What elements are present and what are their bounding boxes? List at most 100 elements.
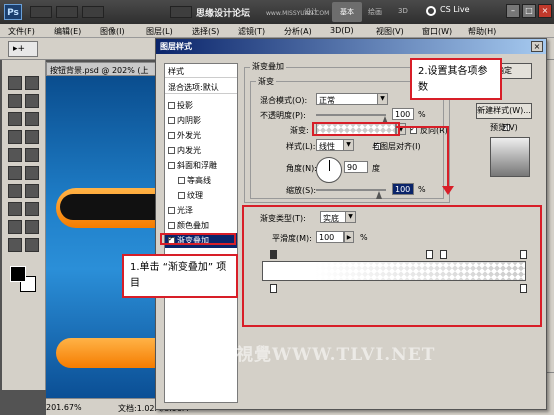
menu-item[interactable]: 窗口(W): [422, 26, 452, 37]
style-checkbox[interactable]: [168, 132, 175, 139]
minibridge-button[interactable]: [56, 6, 78, 18]
gradient-type-label: 渐变类型(T):: [260, 214, 306, 223]
menu-item[interactable]: 选择(S): [192, 26, 219, 37]
move-tool-icon: ▸+: [13, 44, 26, 54]
pen-tool-icon[interactable]: [25, 184, 39, 198]
style-item[interactable]: 光泽: [165, 203, 237, 218]
gradient-style-dropdown[interactable]: 线性 ▼: [316, 139, 354, 151]
blend-mode-dropdown[interactable]: 正常 ▼: [316, 93, 388, 105]
opacity-slider[interactable]: [316, 114, 386, 116]
lasso-tool-icon[interactable]: [25, 76, 39, 90]
styles-header[interactable]: 样式: [165, 64, 237, 78]
gradient-group-title: 渐变: [256, 76, 276, 87]
blur-tool-icon[interactable]: [25, 166, 39, 180]
maximize-button[interactable]: □: [522, 4, 536, 18]
chevron-down-icon: ▼: [345, 212, 355, 222]
gradient-type-dropdown[interactable]: 实底 ▼: [320, 211, 356, 223]
foreground-color-swatch[interactable]: [10, 266, 26, 282]
zoom-tool-icon[interactable]: [25, 238, 39, 252]
cs-live-button[interactable]: CS Live: [440, 5, 470, 14]
eraser-tool-icon[interactable]: [25, 148, 39, 162]
style-item[interactable]: 颜色叠加: [165, 218, 237, 233]
style-item-label: 斜面和浮雕: [177, 161, 217, 170]
section-title: 渐变叠加: [250, 61, 286, 72]
style-item[interactable]: 内阴影: [165, 113, 237, 128]
style-checkbox[interactable]: [178, 192, 185, 199]
menu-item[interactable]: 3D(D): [330, 26, 354, 35]
arrange-documents-button[interactable]: [170, 6, 192, 18]
clone-stamp-tool-icon[interactable]: [25, 130, 39, 144]
hand-tool-icon[interactable]: [8, 238, 22, 252]
menu-item[interactable]: 滤镜(T): [238, 26, 265, 37]
tab-design[interactable]: 设计: [304, 7, 318, 17]
preview-label: 预览(V): [490, 123, 518, 132]
style-checkbox[interactable]: [168, 162, 175, 169]
smoothness-input[interactable]: 100: [316, 231, 344, 243]
opacity-stop-mid[interactable]: [426, 250, 433, 259]
zoom-readout[interactable]: 201.67%: [46, 403, 82, 412]
style-item[interactable]: 等高线: [165, 173, 237, 188]
menu-item[interactable]: 图层(L): [146, 26, 173, 37]
dialog-close-button[interactable]: ×: [531, 41, 543, 52]
menu-item[interactable]: 文件(F): [8, 26, 35, 37]
angle-input[interactable]: 90: [344, 161, 368, 173]
style-item[interactable]: 斜面和浮雕: [165, 158, 237, 173]
opacity-stop-mid2[interactable]: [440, 250, 447, 259]
document-canvas[interactable]: [46, 76, 156, 398]
smoothness-arrow-icon[interactable]: ▶: [344, 231, 354, 243]
quick-select-tool-icon[interactable]: [8, 94, 22, 108]
gradient-preview-bar[interactable]: [262, 261, 526, 281]
gradient-tool-icon[interactable]: [8, 166, 22, 180]
healing-tool-icon[interactable]: [25, 112, 39, 126]
color-stop-right[interactable]: [520, 284, 527, 293]
opacity-input[interactable]: 100: [392, 108, 414, 120]
menu-item[interactable]: 分析(A): [284, 26, 312, 37]
zoom-level-button[interactable]: [82, 6, 104, 18]
path-select-tool-icon[interactable]: [25, 202, 39, 216]
dodge-tool-icon[interactable]: [8, 184, 22, 198]
style-checkbox[interactable]: [168, 222, 175, 229]
style-checkbox[interactable]: [168, 117, 175, 124]
minimize-button[interactable]: –: [506, 4, 520, 18]
menu-item[interactable]: 帮助(H): [468, 26, 496, 37]
3d-rotate-tool-icon[interactable]: [25, 220, 39, 234]
style-item[interactable]: 投影: [165, 98, 237, 113]
scale-slider[interactable]: [316, 189, 386, 191]
tab-basic[interactable]: 基本: [332, 2, 362, 22]
style-checkbox[interactable]: [178, 177, 185, 184]
style-checkbox[interactable]: [168, 207, 175, 214]
document-tab[interactable]: 按钮背景.psd @ 202% (上: [46, 62, 158, 76]
scale-input[interactable]: 100: [392, 183, 414, 195]
style-item[interactable]: 纹理: [165, 188, 237, 203]
bridge-button[interactable]: [30, 6, 52, 18]
brush-tool-icon[interactable]: [8, 130, 22, 144]
opacity-stop-right[interactable]: [520, 250, 527, 259]
blending-options-item[interactable]: 混合选项:默认: [165, 80, 237, 94]
color-stop-left[interactable]: [270, 284, 277, 293]
tab-basic-label: 基本: [340, 8, 354, 16]
style-checkbox[interactable]: [168, 147, 175, 154]
menu-item[interactable]: 视图(V): [376, 26, 404, 37]
style-item[interactable]: 外发光: [165, 128, 237, 143]
opacity-stop-left[interactable]: [270, 250, 277, 259]
menu-item[interactable]: 图像(I): [100, 26, 125, 37]
type-tool-icon[interactable]: [8, 202, 22, 216]
reverse-checkbox[interactable]: [410, 125, 417, 134]
gradient-style-value: 线性: [319, 142, 335, 151]
marquee-tool-icon[interactable]: [8, 76, 22, 90]
shape-tool-icon[interactable]: [8, 220, 22, 234]
blend-mode-label: 混合模式(O):: [260, 96, 308, 105]
style-checkbox[interactable]: [168, 102, 175, 109]
step1-callout: 1.单击 “渐变叠加” 项目: [122, 254, 238, 298]
style-item[interactable]: 内发光: [165, 143, 237, 158]
tab-3d[interactable]: 3D: [398, 7, 408, 15]
tool-preset-picker[interactable]: ▸+: [8, 41, 38, 57]
angle-dial[interactable]: [316, 157, 342, 183]
tab-painting[interactable]: 绘画: [368, 7, 382, 17]
close-window-button[interactable]: ×: [538, 4, 552, 18]
crop-tool-icon[interactable]: [25, 94, 39, 108]
history-brush-tool-icon[interactable]: [8, 148, 22, 162]
new-style-button[interactable]: 新建样式(W)...: [476, 103, 532, 119]
eyedropper-tool-icon[interactable]: [8, 112, 22, 126]
menu-item[interactable]: 编辑(E): [54, 26, 81, 37]
